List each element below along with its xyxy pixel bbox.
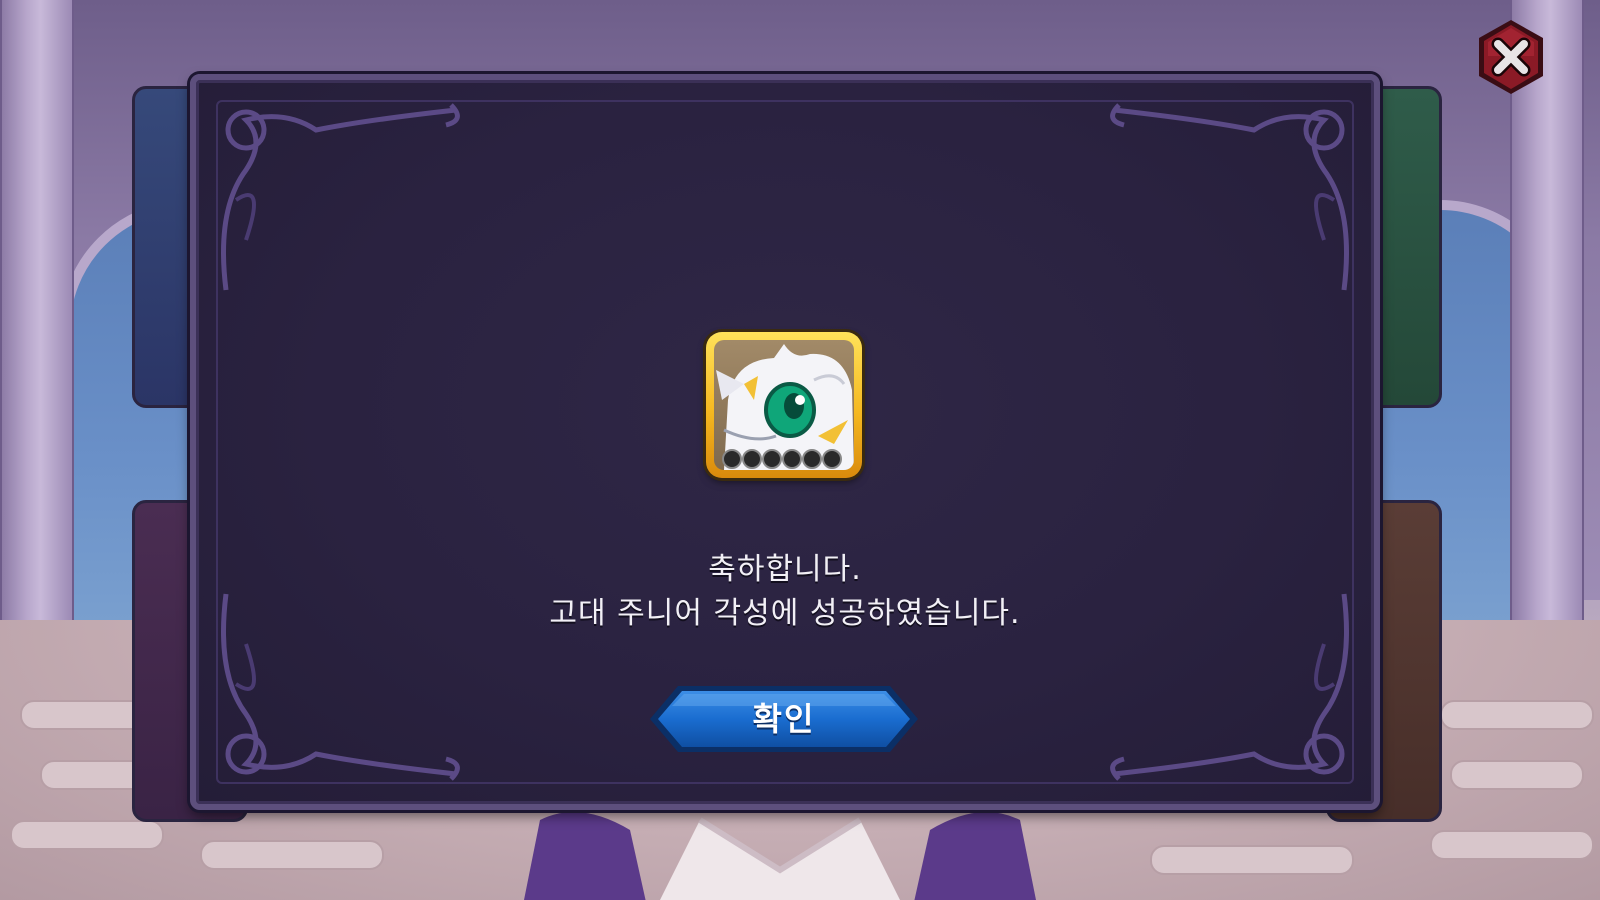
floor-tile — [200, 840, 384, 870]
background-pillar — [0, 0, 74, 700]
corner-ornament-icon — [1110, 103, 1349, 291]
game-scene: 축하합니다. 고대 주니어 각성에 성공하였습니다. 확인 — [0, 0, 1600, 900]
confirm-button[interactable]: 확인 — [648, 684, 920, 754]
star-slots — [722, 449, 842, 469]
floor-tile — [1430, 830, 1594, 860]
close-button[interactable] — [1472, 18, 1550, 96]
dialog-message-line1: 축하합니다. — [708, 552, 862, 587]
close-icon — [1479, 20, 1543, 94]
floor-tile — [10, 820, 164, 850]
floor-tile — [1450, 760, 1584, 790]
confirm-button-label: 확인 — [752, 700, 816, 738]
reward-icon-frame[interactable] — [706, 332, 862, 478]
background-pillar — [1510, 0, 1584, 700]
character-portrait — [524, 812, 1036, 900]
floor-tile — [1150, 845, 1354, 875]
floor-tile — [1440, 700, 1594, 730]
corner-ornament-icon — [221, 103, 460, 291]
dialog-message-line2: 고대 주니어 각성에 성공하였습니다. — [549, 596, 1021, 631]
